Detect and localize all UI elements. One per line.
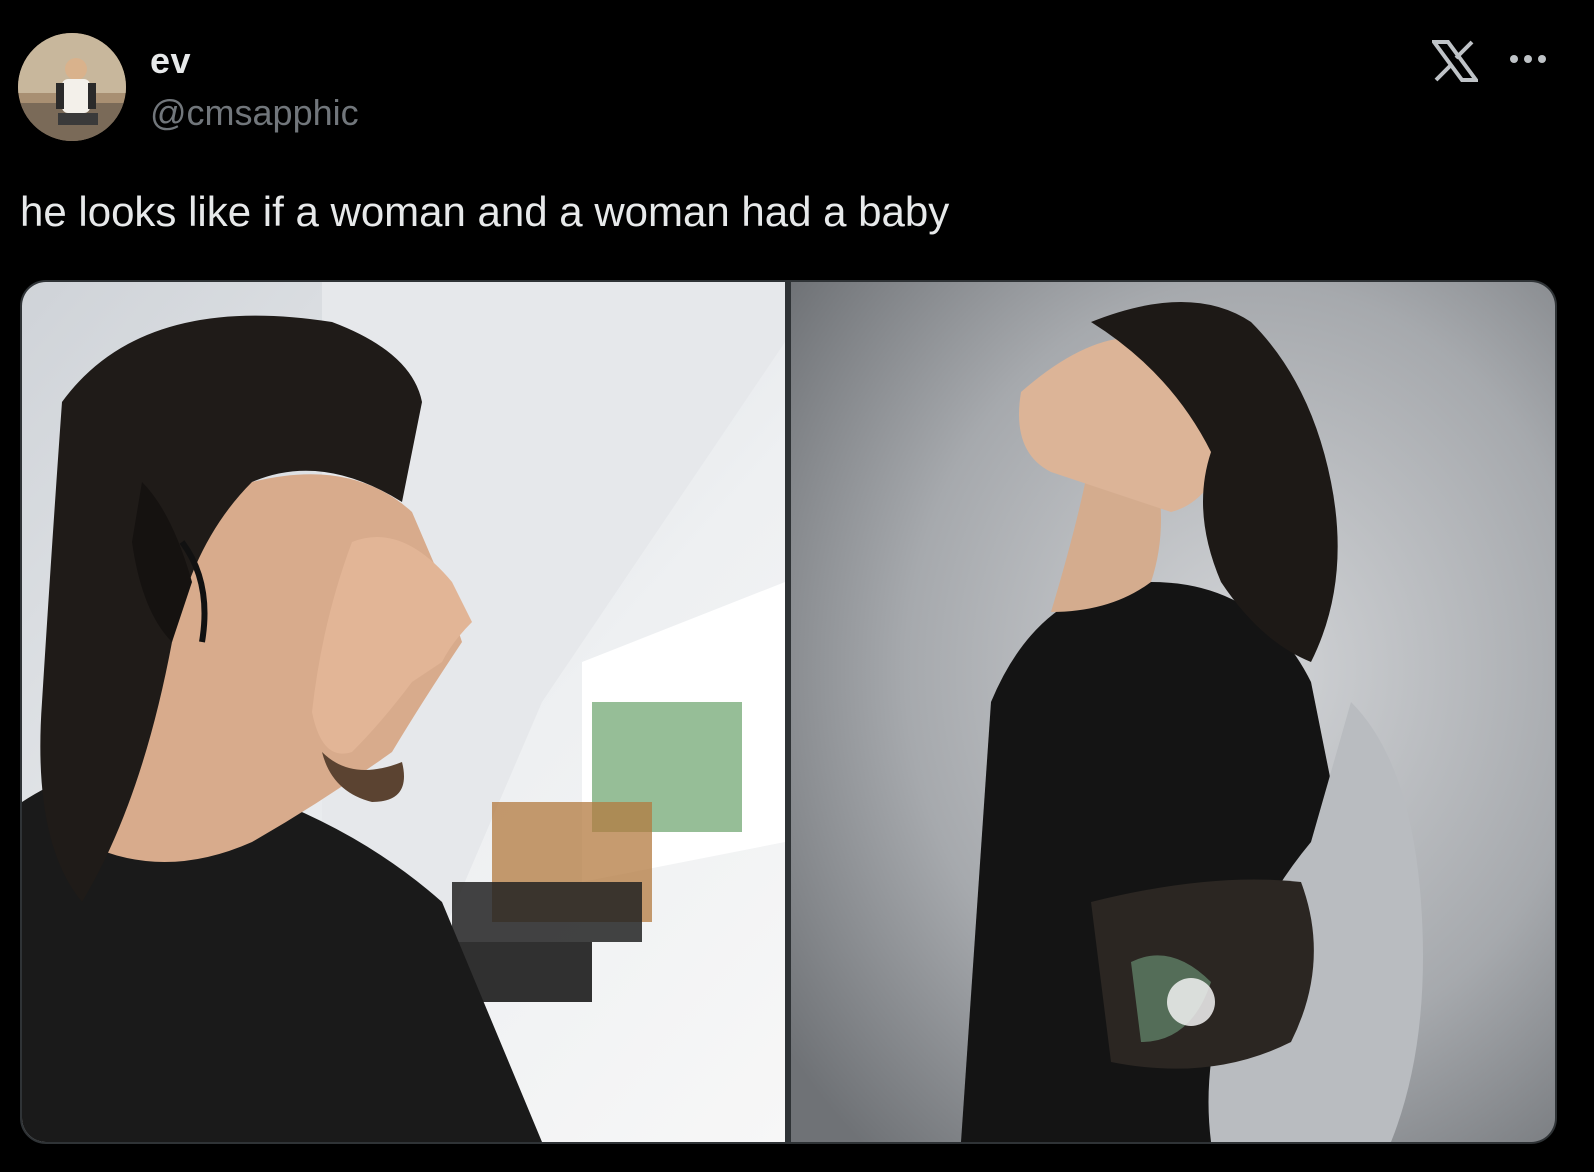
tweet-text: he looks like if a woman and a woman had… — [20, 188, 950, 235]
tweet-card: ev @cmsapphic he looks like if a woman a… — [0, 0, 1594, 1172]
avatar-image — [18, 33, 126, 141]
x-logo-icon[interactable] — [1430, 40, 1480, 82]
author-avatar[interactable] — [18, 33, 126, 141]
author-handle[interactable]: @cmsapphic — [150, 92, 359, 134]
photo-left[interactable] — [22, 282, 785, 1142]
media-grid — [20, 280, 1557, 1144]
photo-right[interactable] — [791, 282, 1555, 1142]
author-display-name[interactable]: ev — [150, 40, 191, 82]
more-options-icon[interactable] — [1506, 44, 1550, 74]
